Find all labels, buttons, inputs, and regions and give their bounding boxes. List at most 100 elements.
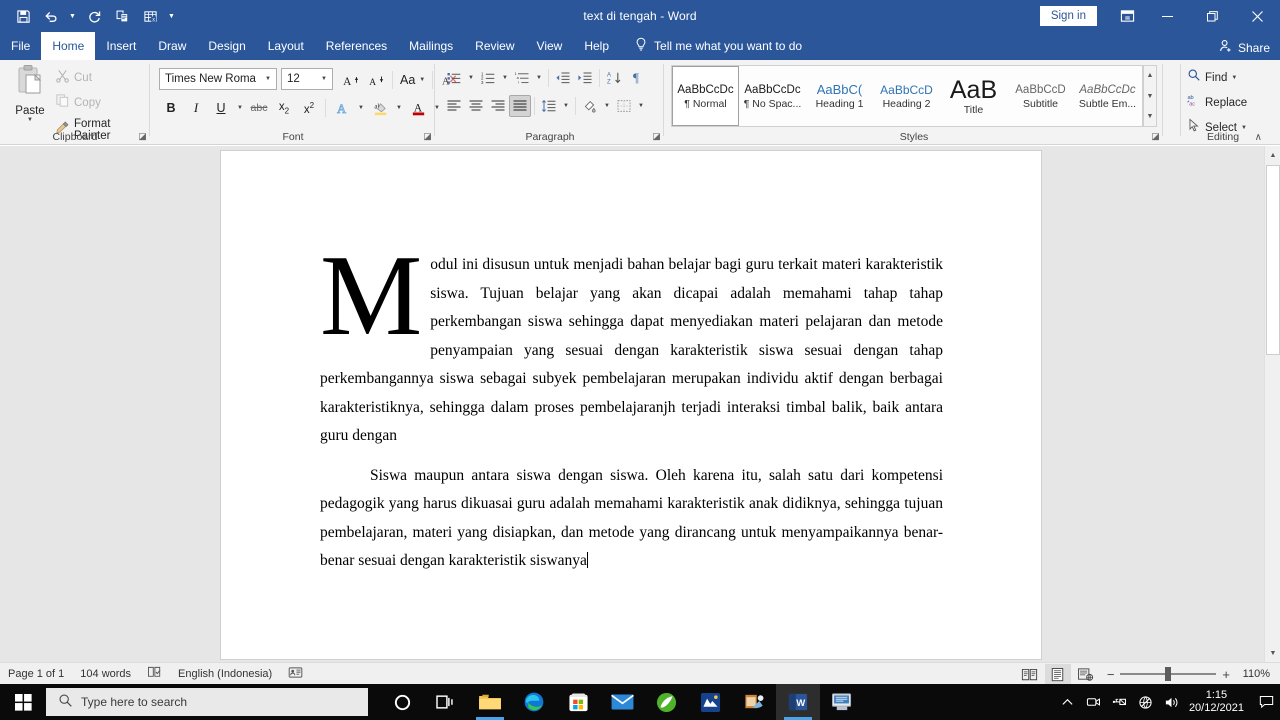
bullets-caret[interactable]: ▼	[465, 67, 477, 89]
file-explorer-icon[interactable]	[468, 684, 512, 720]
green-app-icon[interactable]	[644, 684, 688, 720]
change-case-caret[interactable]: ▼	[419, 77, 425, 83]
redo-icon[interactable]	[81, 3, 107, 29]
page-indicator[interactable]: Page 1 of 1	[0, 663, 72, 685]
tab-layout[interactable]: Layout	[257, 32, 315, 60]
align-right-button[interactable]	[487, 95, 509, 117]
tab-view[interactable]: View	[526, 32, 574, 60]
blue-mountain-app-icon[interactable]	[688, 684, 732, 720]
multilevel-list-button[interactable]: 1ai	[511, 67, 533, 89]
text-effects-button[interactable]: A	[330, 96, 354, 120]
paste-button[interactable]: Paste ▼	[8, 64, 52, 126]
styles-scroll-down-icon[interactable]: ▼	[1144, 87, 1156, 106]
paragraph-dialog-launcher[interactable]: ◪	[651, 131, 662, 142]
excel-table-icon[interactable]: x	[137, 3, 163, 29]
zoom-out-button[interactable]: −	[1107, 667, 1115, 682]
paste-dropdown-caret[interactable]: ▼	[27, 117, 33, 123]
superscript-button[interactable]: x2	[297, 96, 321, 120]
camera-icon[interactable]	[1081, 684, 1107, 720]
style-subtle-emphasis[interactable]: AaBbCcDc Subtle Em...	[1074, 66, 1141, 126]
multilevel-caret[interactable]: ▼	[533, 67, 545, 89]
increase-indent-button[interactable]	[574, 67, 596, 89]
line-spacing-button[interactable]	[538, 95, 560, 117]
tab-review[interactable]: Review	[464, 32, 525, 60]
undo-dropdown-caret[interactable]: ▼	[66, 3, 79, 29]
paragraph-2[interactable]: Siswa maupun antara siswa dengan siswa. …	[320, 462, 943, 576]
font-name-combobox[interactable]: Times New Roma ▼	[159, 68, 277, 90]
share-button[interactable]: Share	[1219, 39, 1270, 56]
start-button[interactable]	[0, 684, 46, 720]
change-case-button[interactable]: Aa ▼	[397, 71, 428, 89]
close-button[interactable]	[1235, 0, 1280, 32]
document-canvas[interactable]: Modul ini disusun untuk menjadi bahan be…	[0, 146, 1280, 662]
collapse-ribbon-icon[interactable]: ∧	[1255, 132, 1262, 143]
sign-in-button[interactable]: Sign in	[1039, 6, 1097, 26]
shading-button[interactable]	[579, 95, 601, 117]
numbering-button[interactable]: 123	[477, 67, 499, 89]
document-text-body[interactable]: Modul ini disusun untuk menjadi bahan be…	[320, 238, 943, 576]
copy-format-icon[interactable]	[109, 3, 135, 29]
tab-home[interactable]: Home	[41, 32, 96, 60]
undo-icon[interactable]	[38, 3, 64, 29]
scroll-up-icon[interactable]: ▲	[1265, 146, 1280, 164]
accessibility-checker[interactable]	[280, 663, 311, 685]
print-layout-button[interactable]	[1044, 664, 1071, 684]
zoom-track[interactable]	[1120, 667, 1217, 681]
grow-font-button[interactable]: A	[339, 68, 363, 92]
line-spacing-caret[interactable]: ▼	[560, 95, 572, 117]
find-caret[interactable]: ▼	[1231, 75, 1237, 81]
ribbon-display-options-icon[interactable]	[1109, 0, 1145, 32]
styles-dialog-launcher[interactable]: ◪	[1150, 131, 1161, 142]
style-heading-1[interactable]: AaBbC( Heading 1	[806, 66, 873, 126]
usb-icon[interactable]	[1107, 684, 1133, 720]
media-app-icon[interactable]	[732, 684, 776, 720]
underline-button[interactable]: U	[209, 96, 233, 120]
network-icon[interactable]	[1133, 684, 1159, 720]
decrease-indent-button[interactable]	[552, 67, 574, 89]
tell-me-search[interactable]: Tell me what you want to do	[620, 32, 802, 60]
align-center-button[interactable]	[465, 95, 487, 117]
scrollbar-thumb[interactable]	[1266, 165, 1280, 355]
microsoft-edge-icon[interactable]	[512, 684, 556, 720]
bullets-button[interactable]	[443, 67, 465, 89]
task-view-icon[interactable]	[424, 684, 468, 720]
bold-button[interactable]: B	[159, 96, 183, 120]
subscript-button[interactable]: x2	[272, 96, 296, 120]
tab-design[interactable]: Design	[197, 32, 256, 60]
style-heading-2[interactable]: AaBbCcD Heading 2	[873, 66, 940, 126]
tab-file[interactable]: File	[0, 32, 41, 60]
cortana-icon[interactable]	[380, 684, 424, 720]
zoom-thumb[interactable]	[1165, 667, 1172, 681]
language-indicator[interactable]: English (Indonesia)	[170, 663, 280, 685]
tab-help[interactable]: Help	[573, 32, 620, 60]
tab-draw[interactable]: Draw	[147, 32, 197, 60]
taskbar-clock[interactable]: 1:15 20/12/2021	[1185, 684, 1252, 720]
shading-caret[interactable]: ▼	[601, 95, 613, 117]
cut-button[interactable]: Cut	[52, 66, 150, 90]
show-hidden-icons-icon[interactable]	[1055, 684, 1081, 720]
action-center-icon[interactable]	[1252, 684, 1280, 720]
minimize-button[interactable]	[1145, 0, 1190, 32]
justify-button[interactable]	[509, 95, 531, 117]
select-caret[interactable]: ▼	[1241, 125, 1247, 131]
highlight-button[interactable]: ab	[368, 96, 392, 120]
sort-button[interactable]: AZ	[603, 67, 625, 89]
font-name-caret[interactable]: ▼	[265, 76, 274, 82]
font-dialog-launcher[interactable]: ◪	[422, 131, 433, 142]
font-color-button[interactable]: A	[406, 96, 430, 120]
align-left-button[interactable]	[443, 95, 465, 117]
restore-button[interactable]	[1190, 0, 1235, 32]
shrink-font-button[interactable]: A	[364, 68, 388, 92]
clipboard-dialog-launcher[interactable]: ◪	[137, 131, 148, 142]
web-layout-button[interactable]	[1073, 664, 1099, 684]
style-subtitle[interactable]: AaBbCcD Subtitle	[1007, 66, 1074, 126]
borders-caret[interactable]: ▼	[635, 95, 647, 117]
kiosk-app-icon[interactable]	[820, 684, 864, 720]
copy-button[interactable]: Copy	[52, 91, 150, 115]
tab-mailings[interactable]: Mailings	[398, 32, 464, 60]
read-mode-button[interactable]	[1017, 664, 1043, 684]
strikethrough-button[interactable]: abc	[247, 96, 271, 120]
borders-button[interactable]	[613, 95, 635, 117]
underline-caret[interactable]: ▼	[234, 97, 246, 119]
highlight-caret[interactable]: ▼	[393, 97, 405, 119]
